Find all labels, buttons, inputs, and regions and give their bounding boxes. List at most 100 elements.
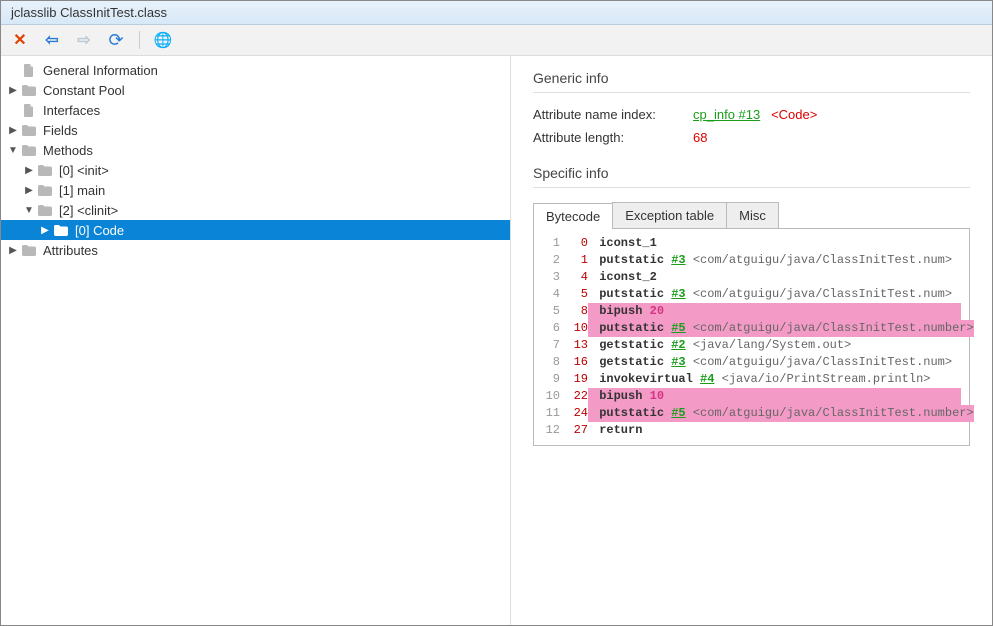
divider xyxy=(533,187,970,188)
tree-item[interactable]: ▶ Fields xyxy=(1,120,510,140)
attr-length-label: Attribute length: xyxy=(533,130,693,145)
bytecode-row: 1022 bipush 10 xyxy=(538,388,961,405)
cp-ref-link[interactable]: #3 xyxy=(671,355,685,369)
bytecode-offset: 4 xyxy=(568,269,588,286)
bytecode-row: 58 bipush 20 xyxy=(538,303,961,320)
tree-item-label: Interfaces xyxy=(43,103,100,118)
title-bar: jclasslib ClassInitTest.class xyxy=(1,1,992,25)
bytecode-instruction: iconst_2 xyxy=(588,269,961,286)
toolbar: ✕ ⇦ ⇨ ⟳ 🌐 xyxy=(1,25,992,56)
back-icon[interactable]: ⇦ xyxy=(43,31,61,49)
folder-icon xyxy=(21,243,37,257)
tree-item[interactable]: ▶ Attributes xyxy=(1,240,510,260)
tree-item[interactable]: ▶ [0] <init> xyxy=(1,160,510,180)
line-number: 11 xyxy=(538,405,560,422)
line-number: 12 xyxy=(538,422,560,439)
bytecode-row: 919 invokevirtual #4 <java/io/PrintStrea… xyxy=(538,371,961,388)
cp-ref-link[interactable]: #3 xyxy=(671,287,685,301)
bytecode-offset: 0 xyxy=(568,235,588,252)
close-icon[interactable]: ✕ xyxy=(11,31,29,49)
bytecode-offset: 27 xyxy=(568,422,588,439)
bytecode-offset: 24 xyxy=(568,405,588,422)
expand-toggle-icon[interactable]: ▼ xyxy=(21,205,37,216)
refresh-icon[interactable]: ⟳ xyxy=(107,31,125,49)
tab-bytecode[interactable]: Bytecode xyxy=(533,203,613,229)
tab-exception-table[interactable]: Exception table xyxy=(612,202,727,228)
expand-toggle-icon[interactable]: ▼ xyxy=(5,145,21,156)
line-number: 3 xyxy=(538,269,560,286)
bytecode-row: 1124 putstatic #5 <com/atguigu/java/Clas… xyxy=(538,405,961,422)
cp-ref-link[interactable]: #4 xyxy=(700,372,714,386)
bytecode-offset: 10 xyxy=(568,320,588,337)
tree-item-label: Attributes xyxy=(43,243,98,258)
tree-item[interactable]: ▶ [0] Code xyxy=(1,220,510,240)
folder-icon xyxy=(21,123,37,137)
line-number: 9 xyxy=(538,371,560,388)
expand-toggle-icon[interactable]: ▶ xyxy=(21,165,37,176)
expand-toggle-icon[interactable]: ▶ xyxy=(37,225,53,236)
tab-bar: BytecodeException tableMisc xyxy=(533,202,970,229)
bytecode-instruction: iconst_1 xyxy=(588,235,961,252)
cp-info-link[interactable]: cp_info #13 xyxy=(693,107,760,122)
tree-item[interactable]: General Information xyxy=(1,60,510,80)
forward-icon[interactable]: ⇨ xyxy=(75,31,93,49)
tree-item[interactable]: ▶ [1] main xyxy=(1,180,510,200)
folder-icon xyxy=(37,203,53,217)
tree-item-label: [0] <init> xyxy=(59,163,109,178)
generic-header: Generic info xyxy=(533,70,970,86)
tree-item-label: Fields xyxy=(43,123,78,138)
folder-icon xyxy=(37,183,53,197)
bytecode-row: 713 getstatic #2 <java/lang/System.out> xyxy=(538,337,961,354)
file-icon xyxy=(21,103,37,117)
bytecode-row: 34 iconst_2 xyxy=(538,269,961,286)
tab-misc[interactable]: Misc xyxy=(726,202,779,228)
bytecode-instruction: invokevirtual #4 <java/io/PrintStream.pr… xyxy=(588,371,961,388)
tree-view[interactable]: General Information ▶Constant Pool Interfa… xyxy=(1,56,511,625)
bytecode-instruction: bipush 10 xyxy=(588,388,961,405)
bytecode-panel[interactable]: 10 iconst_121 putstatic #3 <com/atguigu/… xyxy=(533,229,970,446)
cp-ref-link[interactable]: #2 xyxy=(671,338,685,352)
cp-ref-link[interactable]: #5 xyxy=(671,406,685,420)
line-number: 7 xyxy=(538,337,560,354)
expand-toggle-icon[interactable]: ▶ xyxy=(21,185,37,196)
bytecode-row: 10 iconst_1 xyxy=(538,235,961,252)
attr-length-value: 68 xyxy=(693,130,707,145)
line-number: 2 xyxy=(538,252,560,269)
line-number: 6 xyxy=(538,320,560,337)
bytecode-instruction: bipush 20 xyxy=(588,303,961,320)
tree-item-label: [1] main xyxy=(59,183,105,198)
line-number: 5 xyxy=(538,303,560,320)
tree-item-label: [2] <clinit> xyxy=(59,203,118,218)
bytecode-instruction: putstatic #5 <com/atguigu/java/ClassInit… xyxy=(588,320,974,337)
bytecode-offset: 1 xyxy=(568,252,588,269)
bytecode-row: 1227 return xyxy=(538,422,961,439)
bytecode-offset: 5 xyxy=(568,286,588,303)
cp-ref-link[interactable]: #3 xyxy=(671,253,685,267)
tree-item[interactable]: ▼Methods xyxy=(1,140,510,160)
globe-icon[interactable]: 🌐 xyxy=(154,31,172,49)
file-icon xyxy=(21,63,37,77)
bytecode-instruction: getstatic #2 <java/lang/System.out> xyxy=(588,337,961,354)
bytecode-offset: 22 xyxy=(568,388,588,405)
tree-item[interactable]: ▶Constant Pool xyxy=(1,80,510,100)
expand-toggle-icon[interactable]: ▶ xyxy=(5,125,21,136)
bytecode-row: 45 putstatic #3 <com/atguigu/java/ClassI… xyxy=(538,286,961,303)
bytecode-row: 21 putstatic #3 <com/atguigu/java/ClassI… xyxy=(538,252,961,269)
divider xyxy=(533,92,970,93)
tree-item[interactable]: ▼ [2] <clinit> xyxy=(1,200,510,220)
cp-ref-link[interactable]: #5 xyxy=(671,321,685,335)
tree-item-label: General Information xyxy=(43,63,158,78)
line-number: 1 xyxy=(538,235,560,252)
folder-icon xyxy=(21,83,37,97)
expand-toggle-icon[interactable]: ▶ xyxy=(5,85,21,96)
line-number: 4 xyxy=(538,286,560,303)
tree-item[interactable]: Interfaces xyxy=(1,100,510,120)
details-panel: Generic info Attribute name index: cp_in… xyxy=(511,56,992,625)
tree-item-label: [0] Code xyxy=(75,223,124,238)
expand-toggle-icon[interactable]: ▶ xyxy=(5,245,21,256)
folder-icon xyxy=(53,223,69,237)
bytecode-instruction: putstatic #3 <com/atguigu/java/ClassInit… xyxy=(588,252,961,269)
attr-name-index-label: Attribute name index: xyxy=(533,107,693,122)
bytecode-offset: 16 xyxy=(568,354,588,371)
bytecode-instruction: getstatic #3 <com/atguigu/java/ClassInit… xyxy=(588,354,961,371)
